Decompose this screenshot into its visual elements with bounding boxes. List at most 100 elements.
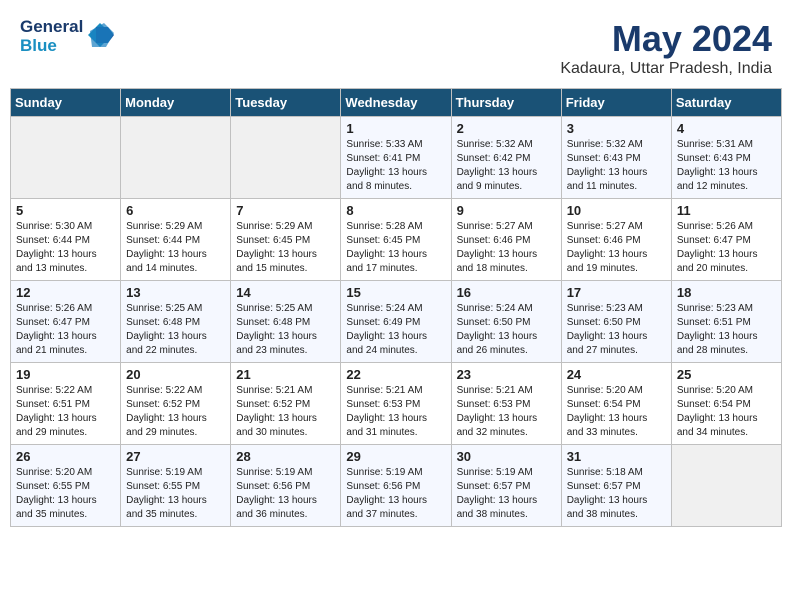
- calendar-cell: [121, 117, 231, 199]
- day-number: 5: [16, 203, 115, 218]
- day-number: 6: [126, 203, 225, 218]
- day-info: Sunrise: 5:25 AM Sunset: 6:48 PM Dayligh…: [236, 302, 335, 358]
- week-row-2: 5 Sunrise: 5:30 AM Sunset: 6:44 PM Daylig…: [11, 199, 782, 281]
- day-number: 3: [567, 121, 666, 136]
- calendar-cell: 6 Sunrise: 5:29 AM Sunset: 6:44 PM Daylig…: [121, 199, 231, 281]
- calendar-cell: 7 Sunrise: 5:29 AM Sunset: 6:45 PM Daylig…: [231, 199, 341, 281]
- weekday-header-sunday: Sunday: [11, 89, 121, 117]
- calendar-cell: 4 Sunrise: 5:31 AM Sunset: 6:43 PM Daylig…: [671, 117, 781, 199]
- calendar-cell: 29 Sunrise: 5:19 AM Sunset: 6:56 PM Dayli…: [341, 445, 451, 527]
- day-number: 9: [457, 203, 556, 218]
- day-info: Sunrise: 5:27 AM Sunset: 6:46 PM Dayligh…: [457, 220, 556, 276]
- day-info: Sunrise: 5:32 AM Sunset: 6:43 PM Dayligh…: [567, 138, 666, 194]
- calendar-cell: 10 Sunrise: 5:27 AM Sunset: 6:46 PM Dayli…: [561, 199, 671, 281]
- day-info: Sunrise: 5:20 AM Sunset: 6:54 PM Dayligh…: [567, 384, 666, 440]
- day-number: 28: [236, 449, 335, 464]
- calendar-cell: 22 Sunrise: 5:21 AM Sunset: 6:53 PM Dayli…: [341, 363, 451, 445]
- day-number: 22: [346, 367, 445, 382]
- day-number: 19: [16, 367, 115, 382]
- day-number: 14: [236, 285, 335, 300]
- day-number: 15: [346, 285, 445, 300]
- day-number: 13: [126, 285, 225, 300]
- day-info: Sunrise: 5:19 AM Sunset: 6:56 PM Dayligh…: [346, 466, 445, 522]
- day-info: Sunrise: 5:21 AM Sunset: 6:53 PM Dayligh…: [457, 384, 556, 440]
- day-info: Sunrise: 5:18 AM Sunset: 6:57 PM Dayligh…: [567, 466, 666, 522]
- logo-icon: [86, 21, 114, 49]
- day-info: Sunrise: 5:33 AM Sunset: 6:41 PM Dayligh…: [346, 138, 445, 194]
- calendar-cell: 5 Sunrise: 5:30 AM Sunset: 6:44 PM Daylig…: [11, 199, 121, 281]
- day-number: 12: [16, 285, 115, 300]
- day-number: 21: [236, 367, 335, 382]
- week-row-5: 26Sunrise: 5:20 AM Sunset: 6:55 PM Dayli…: [11, 445, 782, 527]
- day-info: Sunrise: 5:32 AM Sunset: 6:42 PM Dayligh…: [457, 138, 556, 194]
- day-info: Sunrise: 5:19 AM Sunset: 6:57 PM Dayligh…: [457, 466, 556, 522]
- day-number: 23: [457, 367, 556, 382]
- calendar-cell: 9 Sunrise: 5:27 AM Sunset: 6:46 PM Daylig…: [451, 199, 561, 281]
- logo: General Blue: [20, 18, 114, 55]
- calendar-cell: 24 Sunrise: 5:20 AM Sunset: 6:54 PM Dayli…: [561, 363, 671, 445]
- calendar-cell: 20 Sunrise: 5:22 AM Sunset: 6:52 PM Dayli…: [121, 363, 231, 445]
- calendar-cell: 14 Sunrise: 5:25 AM Sunset: 6:48 PM Dayli…: [231, 281, 341, 363]
- day-info: Sunrise: 5:23 AM Sunset: 6:50 PM Dayligh…: [567, 302, 666, 358]
- day-info: Sunrise: 5:25 AM Sunset: 6:48 PM Dayligh…: [126, 302, 225, 358]
- calendar-cell: 16 Sunrise: 5:24 AM Sunset: 6:50 PM Dayli…: [451, 281, 561, 363]
- day-number: 18: [677, 285, 776, 300]
- calendar-cell: 19 Sunrise: 5:22 AM Sunset: 6:51 PM Dayli…: [11, 363, 121, 445]
- day-number: 1: [346, 121, 445, 136]
- day-info: Sunrise: 5:22 AM Sunset: 6:51 PM Dayligh…: [16, 384, 115, 440]
- calendar-cell: [231, 117, 341, 199]
- weekday-header-thursday: Thursday: [451, 89, 561, 117]
- day-number: 17: [567, 285, 666, 300]
- calendar-cell: 21Sunrise: 5:21 AM Sunset: 6:52 PM Dayli…: [231, 363, 341, 445]
- calendar-cell: 2Sunrise: 5:32 AM Sunset: 6:42 PM Daylig…: [451, 117, 561, 199]
- calendar: SundayMondayTuesdayWednesdayThursdayFrid…: [10, 88, 782, 527]
- day-info: Sunrise: 5:29 AM Sunset: 6:44 PM Dayligh…: [126, 220, 225, 276]
- day-info: Sunrise: 5:29 AM Sunset: 6:45 PM Dayligh…: [236, 220, 335, 276]
- day-info: Sunrise: 5:22 AM Sunset: 6:52 PM Dayligh…: [126, 384, 225, 440]
- day-info: Sunrise: 5:31 AM Sunset: 6:43 PM Dayligh…: [677, 138, 776, 194]
- day-info: Sunrise: 5:23 AM Sunset: 6:51 PM Dayligh…: [677, 302, 776, 358]
- calendar-cell: 12Sunrise: 5:26 AM Sunset: 6:47 PM Dayli…: [11, 281, 121, 363]
- calendar-cell: 13 Sunrise: 5:25 AM Sunset: 6:48 PM Dayli…: [121, 281, 231, 363]
- day-info: Sunrise: 5:30 AM Sunset: 6:44 PM Dayligh…: [16, 220, 115, 276]
- day-info: Sunrise: 5:21 AM Sunset: 6:53 PM Dayligh…: [346, 384, 445, 440]
- calendar-cell: 30 Sunrise: 5:19 AM Sunset: 6:57 PM Dayli…: [451, 445, 561, 527]
- weekday-header-wednesday: Wednesday: [341, 89, 451, 117]
- day-info: Sunrise: 5:19 AM Sunset: 6:56 PM Dayligh…: [236, 466, 335, 522]
- day-number: 27: [126, 449, 225, 464]
- day-number: 16: [457, 285, 556, 300]
- calendar-cell: 28 Sunrise: 5:19 AM Sunset: 6:56 PM Dayli…: [231, 445, 341, 527]
- day-info: Sunrise: 5:28 AM Sunset: 6:45 PM Dayligh…: [346, 220, 445, 276]
- day-number: 7: [236, 203, 335, 218]
- day-info: Sunrise: 5:24 AM Sunset: 6:50 PM Dayligh…: [457, 302, 556, 358]
- calendar-cell: 31Sunrise: 5:18 AM Sunset: 6:57 PM Dayli…: [561, 445, 671, 527]
- calendar-cell: 3 Sunrise: 5:32 AM Sunset: 6:43 PM Daylig…: [561, 117, 671, 199]
- week-row-1: 1 Sunrise: 5:33 AM Sunset: 6:41 PM Daylig…: [11, 117, 782, 199]
- weekday-header-monday: Monday: [121, 89, 231, 117]
- day-number: 4: [677, 121, 776, 136]
- day-number: 30: [457, 449, 556, 464]
- weekday-header-saturday: Saturday: [671, 89, 781, 117]
- calendar-cell: 15Sunrise: 5:24 AM Sunset: 6:49 PM Dayli…: [341, 281, 451, 363]
- weekday-header-tuesday: Tuesday: [231, 89, 341, 117]
- day-info: Sunrise: 5:26 AM Sunset: 6:47 PM Dayligh…: [677, 220, 776, 276]
- subtitle: Kadaura, Uttar Pradesh, India: [560, 60, 772, 78]
- day-number: 20: [126, 367, 225, 382]
- calendar-cell: 25Sunrise: 5:20 AM Sunset: 6:54 PM Dayli…: [671, 363, 781, 445]
- day-number: 10: [567, 203, 666, 218]
- week-row-4: 19 Sunrise: 5:22 AM Sunset: 6:51 PM Dayli…: [11, 363, 782, 445]
- calendar-cell: 11Sunrise: 5:26 AM Sunset: 6:47 PM Dayli…: [671, 199, 781, 281]
- logo-line1: General: [20, 18, 83, 37]
- header: General Blue May 2024 Kadaura, Uttar Pra…: [10, 10, 782, 82]
- calendar-cell: 18 Sunrise: 5:23 AM Sunset: 6:51 PM Dayli…: [671, 281, 781, 363]
- day-info: Sunrise: 5:19 AM Sunset: 6:55 PM Dayligh…: [126, 466, 225, 522]
- calendar-cell: [11, 117, 121, 199]
- weekday-header-friday: Friday: [561, 89, 671, 117]
- day-number: 24: [567, 367, 666, 382]
- calendar-cell: 26Sunrise: 5:20 AM Sunset: 6:55 PM Dayli…: [11, 445, 121, 527]
- day-number: 26: [16, 449, 115, 464]
- logo-line2: Blue: [20, 37, 83, 56]
- day-info: Sunrise: 5:20 AM Sunset: 6:54 PM Dayligh…: [677, 384, 776, 440]
- day-info: Sunrise: 5:27 AM Sunset: 6:46 PM Dayligh…: [567, 220, 666, 276]
- day-number: 29: [346, 449, 445, 464]
